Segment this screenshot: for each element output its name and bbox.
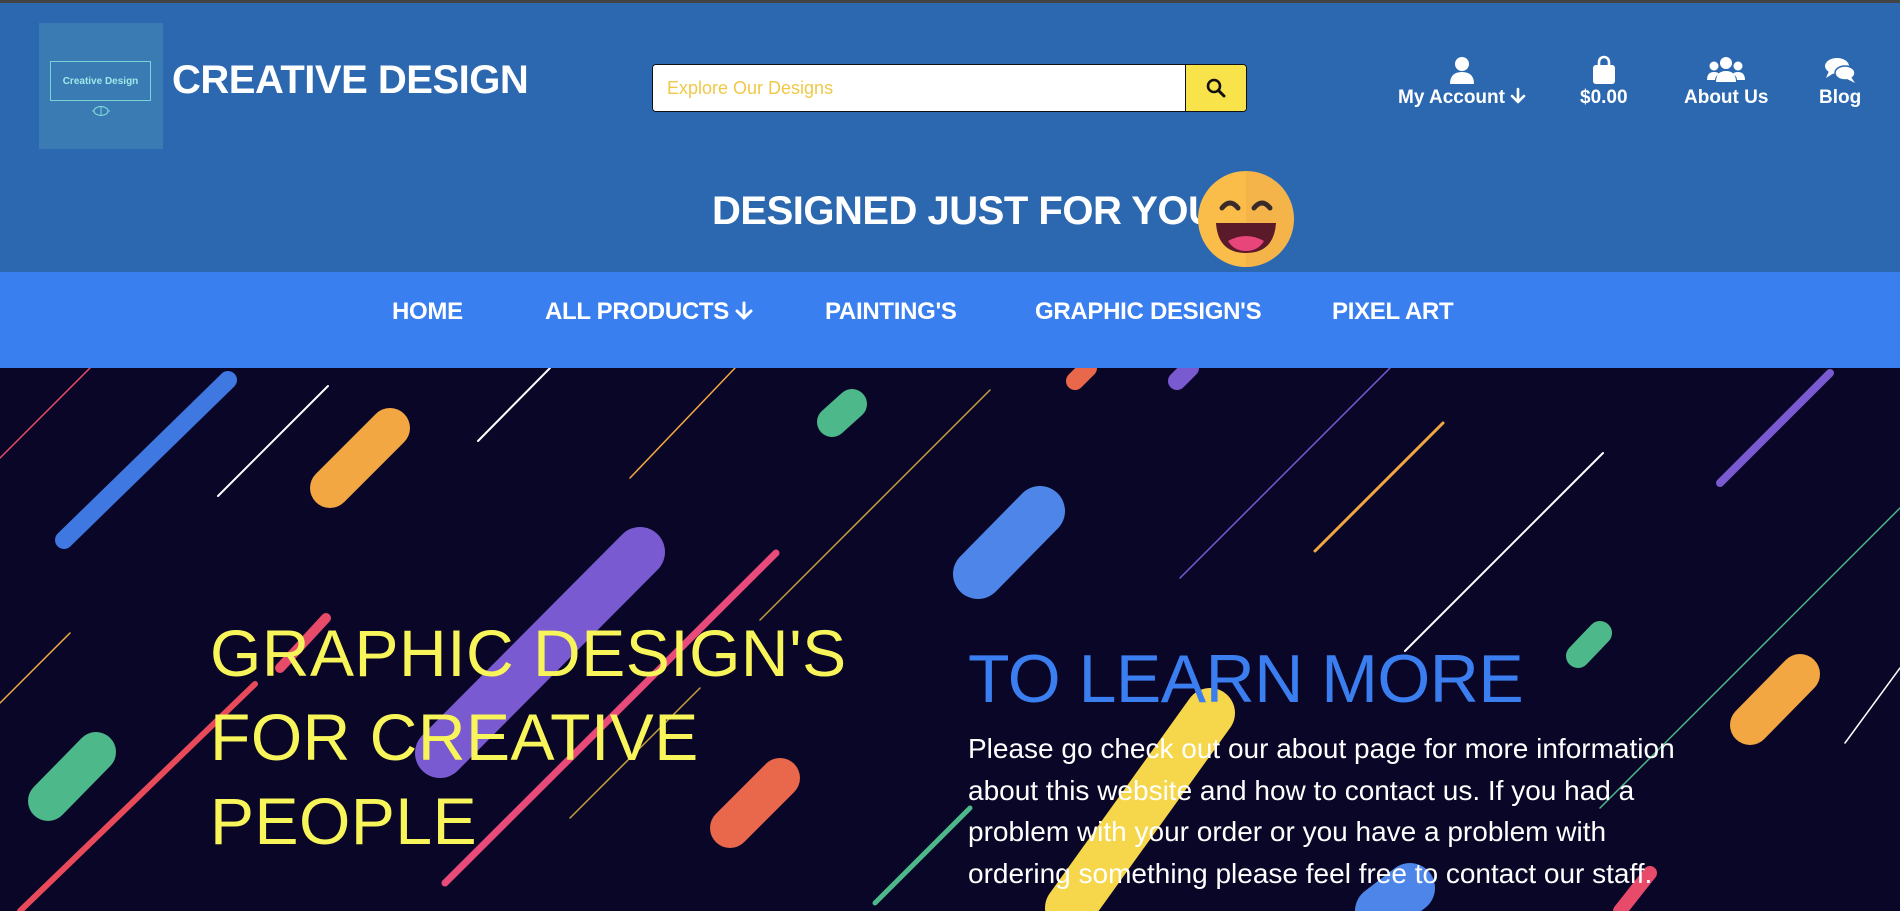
users-icon — [1707, 57, 1746, 82]
user-icon — [1450, 57, 1475, 84]
logo[interactable]: Creative Design — [39, 23, 163, 149]
brand-title[interactable]: CREATIVE DESIGN — [172, 58, 529, 103]
site-header: Creative Design CREATIVE DESIGN My Accou… — [0, 3, 1900, 272]
nav-home[interactable]: HOME — [392, 298, 463, 326]
hero-title-line1: GRAPHIC DESIGN'S — [210, 616, 847, 690]
hero-title-line2: FOR CREATIVE — [210, 700, 699, 774]
logo-brain-icon — [91, 105, 111, 117]
nav-all-products[interactable]: ALL PRODUCTS — [545, 298, 753, 326]
hero-title: GRAPHIC DESIGN'S FOR CREATIVE PEOPLE — [210, 611, 910, 863]
shopping-bag-icon — [1592, 55, 1615, 84]
cart-link[interactable]: $0.00 — [1580, 55, 1628, 109]
arrow-down-icon — [1510, 87, 1526, 104]
nav-paintings[interactable]: PAINTING'S — [825, 298, 957, 326]
learn-more-title: TO LEARN MORE — [968, 641, 1524, 717]
nav-all-products-label: ALL PRODUCTS — [545, 298, 729, 325]
my-account-link[interactable]: My Account — [1398, 55, 1526, 109]
main-nav: HOME ALL PRODUCTS PAINTING'S GRAPHIC DES… — [0, 272, 1900, 368]
search-input[interactable] — [653, 65, 1185, 111]
nav-pixel-art[interactable]: PIXEL ART — [1332, 298, 1454, 326]
search-button[interactable] — [1185, 65, 1246, 111]
tagline: DESIGNED JUST FOR YOU — [712, 189, 1217, 233]
search-bar — [652, 64, 1247, 112]
blog-label: Blog — [1819, 87, 1862, 108]
comments-icon — [1825, 58, 1856, 83]
hero-title-line3: PEOPLE — [210, 784, 478, 858]
nav-graphic-designs[interactable]: GRAPHIC DESIGN'S — [1035, 298, 1262, 326]
logo-text: Creative Design — [50, 61, 151, 101]
about-us-label: About Us — [1684, 87, 1769, 108]
blog-link[interactable]: Blog — [1819, 55, 1861, 109]
about-us-link[interactable]: About Us — [1684, 55, 1768, 109]
arrow-down-icon — [735, 301, 753, 320]
learn-more-text: Please go check out our about page for m… — [968, 733, 1675, 889]
grinning-face-icon — [1198, 171, 1294, 267]
hero-section: GRAPHIC DESIGN'S FOR CREATIVE PEOPLE TO … — [0, 368, 1900, 911]
search-icon — [1206, 78, 1226, 98]
my-account-label: My Account — [1398, 87, 1505, 108]
cart-total: $0.00 — [1580, 87, 1628, 108]
